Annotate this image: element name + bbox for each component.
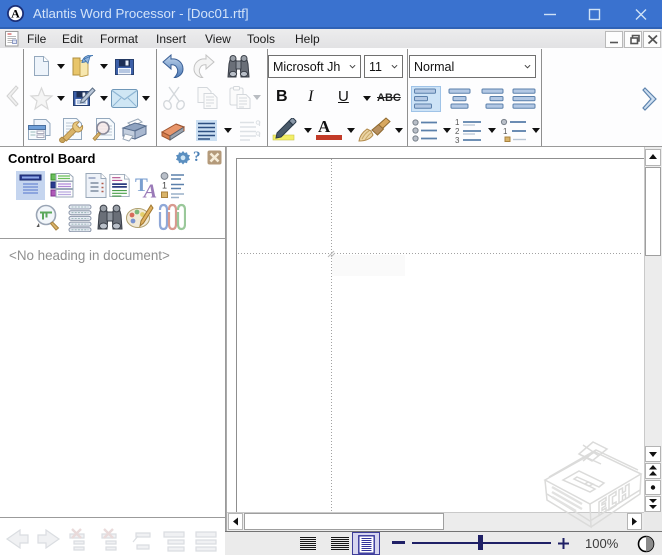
svg-text:1: 1 <box>503 127 508 136</box>
svg-text:3: 3 <box>455 136 460 143</box>
svg-text:A: A <box>142 181 157 200</box>
svg-text:2: 2 <box>455 127 460 136</box>
svg-text:A: A <box>11 7 20 21</box>
svg-text:1: 1 <box>162 181 167 191</box>
svg-text:1: 1 <box>455 118 460 127</box>
